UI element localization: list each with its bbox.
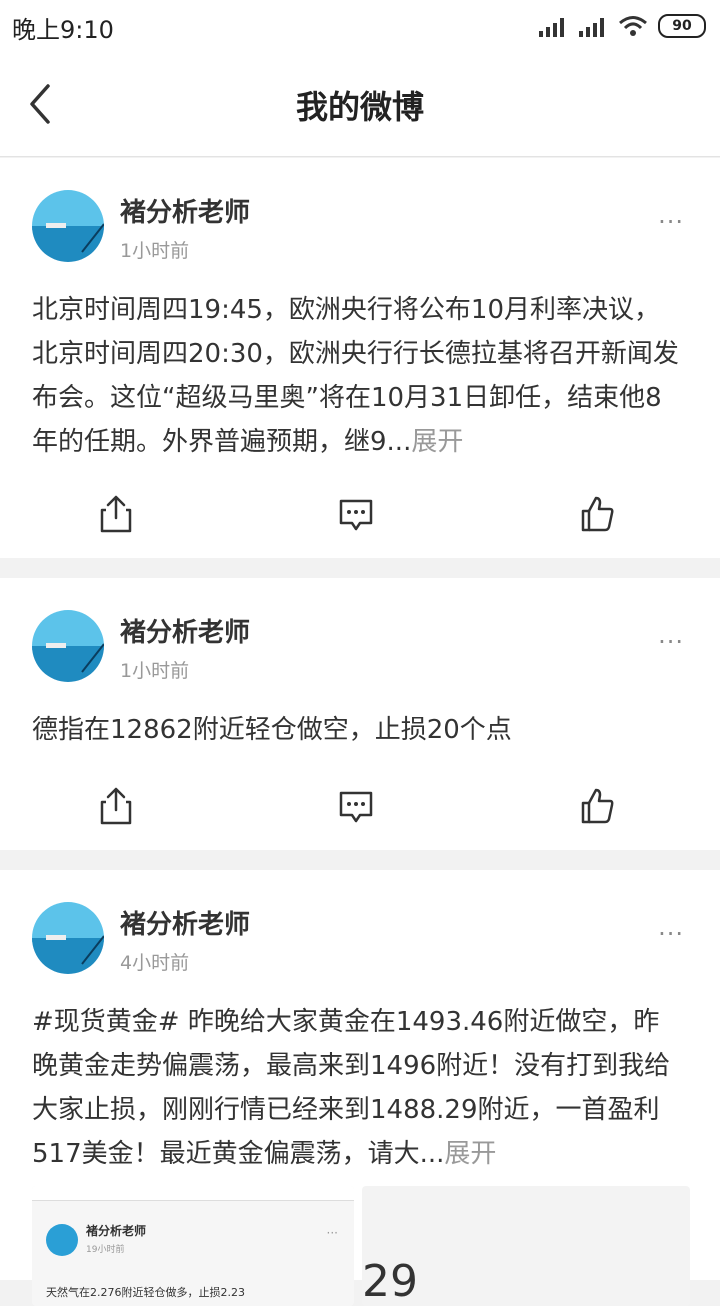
page-title: 我的微博: [295, 88, 424, 126]
status-bar: 晚上9:10 90: [0, 0, 720, 52]
post-card[interactable]: 褚分析老师 1小时前 ··· 北京时间周四19:45，欧洲央行将公布10月利率决…: [0, 158, 720, 558]
action-bar: [0, 494, 720, 554]
thumbnail-number: 29: [362, 1256, 418, 1306]
wifi-icon: [619, 16, 647, 36]
post-time: 1小时前: [120, 660, 190, 682]
thumbnail-author: 褚分析老师: [86, 1224, 147, 1238]
share-icon[interactable]: [98, 786, 134, 826]
post-text: #现货黄金# 昨晚给大家黄金在1493.46附近做空，昨晚黄金走势偏震荡，最高来…: [32, 1007, 671, 1169]
post-card[interactable]: 褚分析老师 4小时前 ··· #现货黄金# 昨晚给大家黄金在1493.46附近做…: [0, 870, 720, 1306]
signal-icon-2: [579, 18, 604, 37]
expand-link[interactable]: 展开: [411, 427, 463, 457]
author-name[interactable]: 褚分析老师: [120, 192, 250, 229]
author-name[interactable]: 褚分析老师: [120, 612, 250, 649]
post-content[interactable]: 德指在12862附近轻仓做空，止损20个点: [32, 708, 682, 752]
comment-icon[interactable]: [338, 786, 374, 826]
like-icon[interactable]: [580, 786, 616, 826]
post-text: 德指在12862附近轻仓做空，止损20个点: [32, 715, 512, 745]
like-icon[interactable]: [580, 494, 616, 534]
more-dots-icon[interactable]: ···: [658, 208, 684, 236]
avatar[interactable]: [32, 902, 104, 974]
battery-indicator: 90: [658, 14, 706, 38]
status-time: 晚上9:10: [12, 16, 114, 44]
thumbnail-time: 19小时前: [86, 1245, 125, 1255]
action-bar: [0, 786, 720, 846]
post-content[interactable]: 北京时间周四19:45，欧洲央行将公布10月利率决议，北京时间周四20:30，欧…: [32, 288, 682, 464]
avatar[interactable]: [32, 190, 104, 262]
thumbnail-more-icon: ···: [326, 1226, 338, 1240]
author-name[interactable]: 褚分析老师: [120, 904, 250, 941]
nav-bar: 我的微博: [0, 52, 720, 157]
post-time: 4小时前: [120, 952, 190, 974]
signal-icon: [539, 18, 564, 37]
post-text: 北京时间周四19:45，欧洲央行将公布10月利率决议，北京时间周四20:30，欧…: [32, 295, 679, 457]
status-icons: 90: [538, 12, 706, 40]
image-grid: 褚分析老师 19小时前 ··· 天然气在2.276附近轻仓做多，止损2.23 2…: [32, 1186, 692, 1306]
avatar[interactable]: [32, 610, 104, 682]
post-time: 1小时前: [120, 240, 190, 262]
more-dots-icon[interactable]: ···: [658, 628, 684, 656]
share-icon[interactable]: [98, 494, 134, 534]
comment-icon[interactable]: [338, 494, 374, 534]
expand-link[interactable]: 展开: [444, 1139, 496, 1169]
image-thumbnail[interactable]: 29: [362, 1186, 690, 1306]
image-thumbnail[interactable]: 褚分析老师 19小时前 ··· 天然气在2.276附近轻仓做多，止损2.23: [32, 1186, 354, 1306]
post-content[interactable]: #现货黄金# 昨晚给大家黄金在1493.46附近做空，昨晚黄金走势偏震荡，最高来…: [32, 1000, 682, 1176]
thumbnail-text: 天然气在2.276附近轻仓做多，止损2.23: [46, 1286, 245, 1299]
post-card[interactable]: 褚分析老师 1小时前 ··· 德指在12862附近轻仓做空，止损20个点: [0, 578, 720, 850]
more-dots-icon[interactable]: ···: [658, 920, 684, 948]
